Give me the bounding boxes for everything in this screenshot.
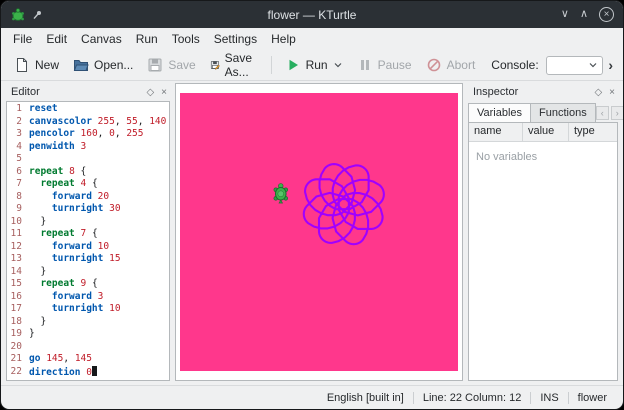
menu-help[interactable]: Help: [264, 30, 303, 48]
save-as-button-label: Save As...: [225, 51, 258, 79]
pause-button-label: Pause: [378, 58, 412, 72]
inspector-dock-header: Inspector ◇ ×: [468, 83, 618, 101]
abort-button[interactable]: Abort: [420, 54, 482, 76]
inspector-tabs: Variables Functions ‹ ›: [468, 101, 618, 122]
abort-button-label: Abort: [447, 58, 476, 72]
new-button[interactable]: New: [8, 54, 65, 76]
editor-dock-header: Editor ◇ ×: [6, 83, 170, 101]
open-button-label: Open...: [94, 58, 133, 72]
menu-canvas[interactable]: Canvas: [74, 30, 129, 48]
pin-icon: [32, 10, 42, 20]
inspector-float-icon[interactable]: ◇: [594, 87, 602, 98]
menu-tools[interactable]: Tools: [165, 30, 207, 48]
close-button[interactable]: ×: [599, 7, 614, 22]
console-label: Console:: [491, 58, 538, 72]
statusbar: English [built in] Line: 22 Column: 12 I…: [1, 385, 623, 409]
column-header-name[interactable]: name: [469, 123, 523, 141]
status-insert-mode: INS: [530, 392, 567, 404]
new-document-icon: [14, 57, 30, 73]
status-cursor-position: Line: 22 Column: 12: [413, 392, 530, 404]
menubar: File Edit Canvas Run Tools Settings Help: [1, 28, 623, 50]
no-variables-text: No variables: [469, 142, 617, 172]
turtle-canvas: [180, 93, 458, 371]
line-number-gutter: 12345678910111213141516171819202122: [7, 103, 25, 380]
open-button[interactable]: Open...: [67, 54, 139, 76]
run-button-label: Run: [306, 58, 328, 72]
titlebar: flower — KTurtle ∨ ∧ ×: [1, 1, 623, 28]
menu-settings[interactable]: Settings: [207, 30, 264, 48]
column-header-value[interactable]: value: [523, 123, 569, 141]
menu-file[interactable]: File: [6, 30, 39, 48]
code-lines[interactable]: resetcanvascolor 255, 55, 140pencolor 16…: [25, 103, 169, 380]
toolbar-overflow-button[interactable]: ›: [605, 57, 616, 73]
variables-table: name value type No variables: [468, 122, 618, 381]
pause-button[interactable]: Pause: [351, 54, 418, 76]
inspector-close-icon[interactable]: ×: [609, 87, 615, 98]
combobox-chevron-down-icon: [588, 60, 598, 70]
console-combobox[interactable]: [546, 56, 604, 75]
inspector-dock: Inspector ◇ × Variables Functions ‹ › na…: [468, 83, 618, 381]
canvas-view[interactable]: [175, 83, 463, 381]
save-as-button[interactable]: Save As...: [204, 48, 264, 82]
menu-run[interactable]: Run: [129, 30, 165, 48]
variables-table-header: name value type: [469, 123, 617, 142]
main-area: Editor ◇ × 12345678910111213141516171819…: [1, 81, 623, 385]
minimize-button[interactable]: ∨: [561, 9, 569, 20]
run-play-icon: [285, 57, 301, 73]
kturtle-window: flower — KTurtle ∨ ∧ × File Edit Canvas …: [0, 0, 624, 410]
toolbar: New Open... Save Save As...: [1, 50, 623, 81]
tab-variables[interactable]: Variables: [468, 103, 531, 122]
menu-edit[interactable]: Edit: [39, 30, 74, 48]
editor-close-icon[interactable]: ×: [161, 87, 167, 98]
save-button[interactable]: Save: [141, 54, 201, 76]
column-header-type[interactable]: type: [569, 123, 617, 141]
run-button[interactable]: Run: [279, 54, 349, 76]
editor-float-icon[interactable]: ◇: [146, 87, 154, 98]
new-button-label: New: [35, 58, 59, 72]
tab-scroll-right-icon[interactable]: ›: [611, 106, 624, 120]
tab-scroll-left-icon[interactable]: ‹: [596, 106, 609, 120]
tab-functions[interactable]: Functions: [531, 103, 596, 122]
save-icon: [147, 57, 163, 73]
kturtle-app-icon: [10, 7, 26, 23]
maximize-button[interactable]: ∧: [580, 9, 588, 20]
pause-icon: [357, 57, 373, 73]
save-as-icon: [210, 57, 220, 73]
status-language: English [built in]: [318, 392, 413, 404]
editor-dock-title: Editor: [11, 86, 40, 98]
window-title: flower — KTurtle: [1, 8, 623, 22]
inspector-dock-title: Inspector: [473, 86, 518, 98]
code-editor[interactable]: 12345678910111213141516171819202122 rese…: [6, 101, 170, 381]
run-dropdown-arrow-icon[interactable]: [333, 60, 343, 70]
editor-dock: Editor ◇ × 12345678910111213141516171819…: [6, 83, 170, 381]
status-script-name: flower: [568, 392, 616, 404]
abort-icon: [426, 57, 442, 73]
save-button-label: Save: [168, 58, 195, 72]
open-folder-icon: [73, 57, 89, 73]
